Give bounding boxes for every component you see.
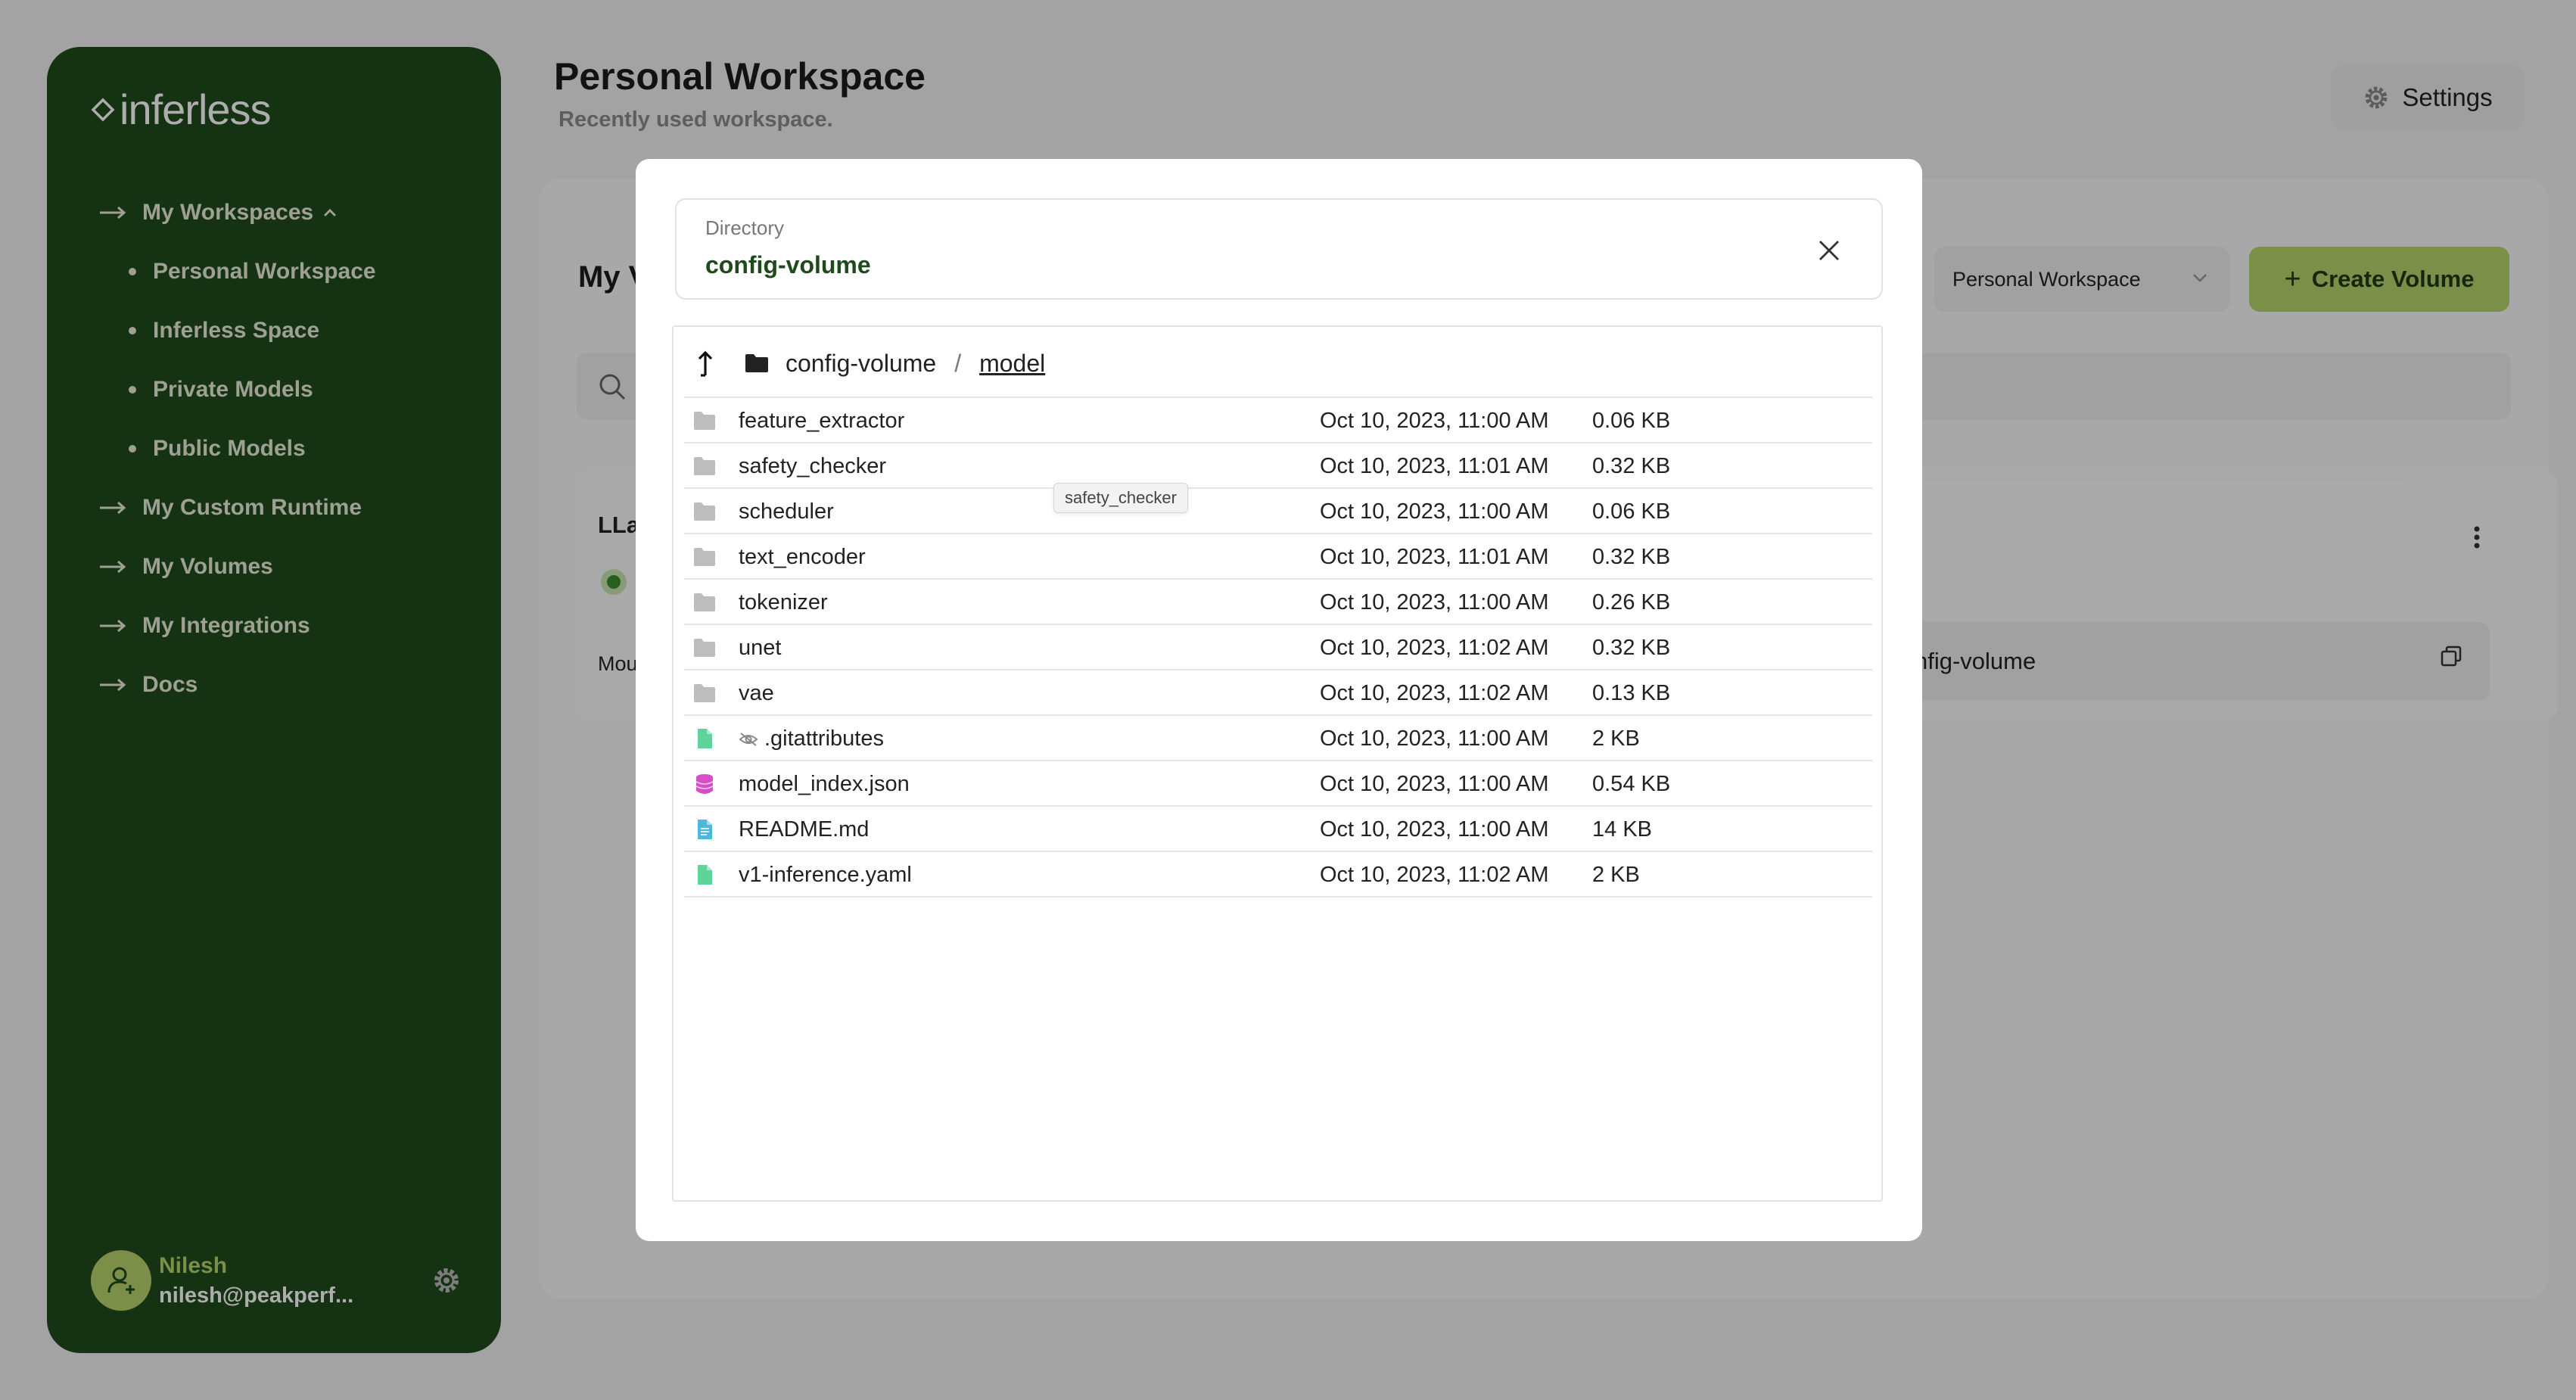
file-row[interactable]: scheduler Oct 10, 2023, 11:00 AM 0.06 KB xyxy=(684,489,1872,534)
breadcrumb-root[interactable]: config-volume xyxy=(786,350,936,378)
file-row[interactable]: model_index.json Oct 10, 2023, 11:00 AM … xyxy=(684,761,1872,807)
folder-icon xyxy=(694,684,715,702)
breadcrumb-current[interactable]: model xyxy=(979,350,1045,378)
file-icon xyxy=(698,865,712,885)
file-row[interactable]: v1-inference.yaml Oct 10, 2023, 11:02 AM… xyxy=(684,852,1872,898)
file-row[interactable]: safety_checker Oct 10, 2023, 11:01 AM 0.… xyxy=(684,443,1872,489)
file-name: feature_extractor xyxy=(739,409,905,433)
directory-header: Directory config-volume xyxy=(675,198,1883,300)
file-size: 14 KB xyxy=(1592,817,1652,842)
tooltip: safety_checker xyxy=(1053,483,1188,513)
breadcrumb-separator: / xyxy=(954,349,962,377)
directory-modal: Directory config-volume config-volume / … xyxy=(636,159,1922,1241)
file-date: Oct 10, 2023, 11:00 AM xyxy=(1320,817,1549,842)
eye-off-icon xyxy=(739,732,758,746)
file-row[interactable]: text_encoder Oct 10, 2023, 11:01 AM 0.32… xyxy=(684,534,1872,580)
file-size: 0.06 KB xyxy=(1592,409,1671,433)
file-size: 0.13 KB xyxy=(1592,681,1671,705)
folder-icon xyxy=(694,412,715,430)
file-size: 0.32 KB xyxy=(1592,545,1671,569)
directory-label: Directory xyxy=(705,216,785,239)
file-row[interactable]: unet Oct 10, 2023, 11:02 AM 0.32 KB xyxy=(684,625,1872,670)
file-row[interactable]: .gitattributes Oct 10, 2023, 11:00 AM 2 … xyxy=(684,716,1872,761)
file-list: feature_extractor Oct 10, 2023, 11:00 AM… xyxy=(684,397,1872,898)
file-date: Oct 10, 2023, 11:00 AM xyxy=(1320,590,1549,614)
file-size: 0.26 KB xyxy=(1592,590,1671,614)
file-date: Oct 10, 2023, 11:02 AM xyxy=(1320,636,1549,660)
file-name: README.md xyxy=(739,817,870,842)
file-row[interactable]: README.md Oct 10, 2023, 11:00 AM 14 KB xyxy=(684,807,1872,852)
folder-icon xyxy=(745,354,768,372)
arrow-up-icon[interactable] xyxy=(696,350,714,377)
file-size: 0.32 KB xyxy=(1592,636,1671,660)
directory-value: config-volume xyxy=(705,251,871,278)
file-name: scheduler xyxy=(739,499,834,524)
file-row[interactable]: tokenizer Oct 10, 2023, 11:00 AM 0.26 KB xyxy=(684,580,1872,625)
file-size: 0.06 KB xyxy=(1592,499,1671,524)
breadcrumb: config-volume / model xyxy=(696,342,1045,384)
database-icon xyxy=(695,774,714,794)
file-name: .gitattributes xyxy=(764,726,884,751)
file-size: 2 KB xyxy=(1592,863,1640,887)
file-name-cell: .gitattributes xyxy=(739,726,884,751)
file-name: unet xyxy=(739,636,782,660)
folder-icon xyxy=(694,639,715,657)
document-icon xyxy=(698,820,712,839)
file-date: Oct 10, 2023, 11:02 AM xyxy=(1320,681,1549,705)
file-date: Oct 10, 2023, 11:00 AM xyxy=(1320,499,1549,524)
file-date: Oct 10, 2023, 11:00 AM xyxy=(1320,772,1549,796)
file-date: Oct 10, 2023, 11:00 AM xyxy=(1320,726,1549,751)
folder-icon xyxy=(694,502,715,521)
file-name: v1-inference.yaml xyxy=(739,863,912,887)
folder-icon xyxy=(694,593,715,611)
file-size: 2 KB xyxy=(1592,726,1640,751)
file-name: text_encoder xyxy=(739,545,866,569)
file-size: 0.32 KB xyxy=(1592,454,1671,478)
file-size: 0.54 KB xyxy=(1592,772,1671,796)
folder-icon xyxy=(694,457,715,475)
file-name: vae xyxy=(739,681,774,705)
file-name: model_index.json xyxy=(739,772,910,796)
file-browser: config-volume / model feature_extractor … xyxy=(672,325,1883,1202)
file-row[interactable]: vae Oct 10, 2023, 11:02 AM 0.13 KB xyxy=(684,670,1872,716)
file-date: Oct 10, 2023, 11:00 AM xyxy=(1320,409,1549,433)
close-icon[interactable] xyxy=(1816,238,1842,263)
file-row[interactable]: feature_extractor Oct 10, 2023, 11:00 AM… xyxy=(684,398,1872,443)
file-date: Oct 10, 2023, 11:01 AM xyxy=(1320,545,1549,569)
file-name: safety_checker xyxy=(739,454,887,478)
file-name: tokenizer xyxy=(739,590,828,614)
file-date: Oct 10, 2023, 11:01 AM xyxy=(1320,454,1549,478)
file-icon xyxy=(698,729,712,748)
folder-icon xyxy=(694,548,715,566)
file-date: Oct 10, 2023, 11:02 AM xyxy=(1320,863,1549,887)
